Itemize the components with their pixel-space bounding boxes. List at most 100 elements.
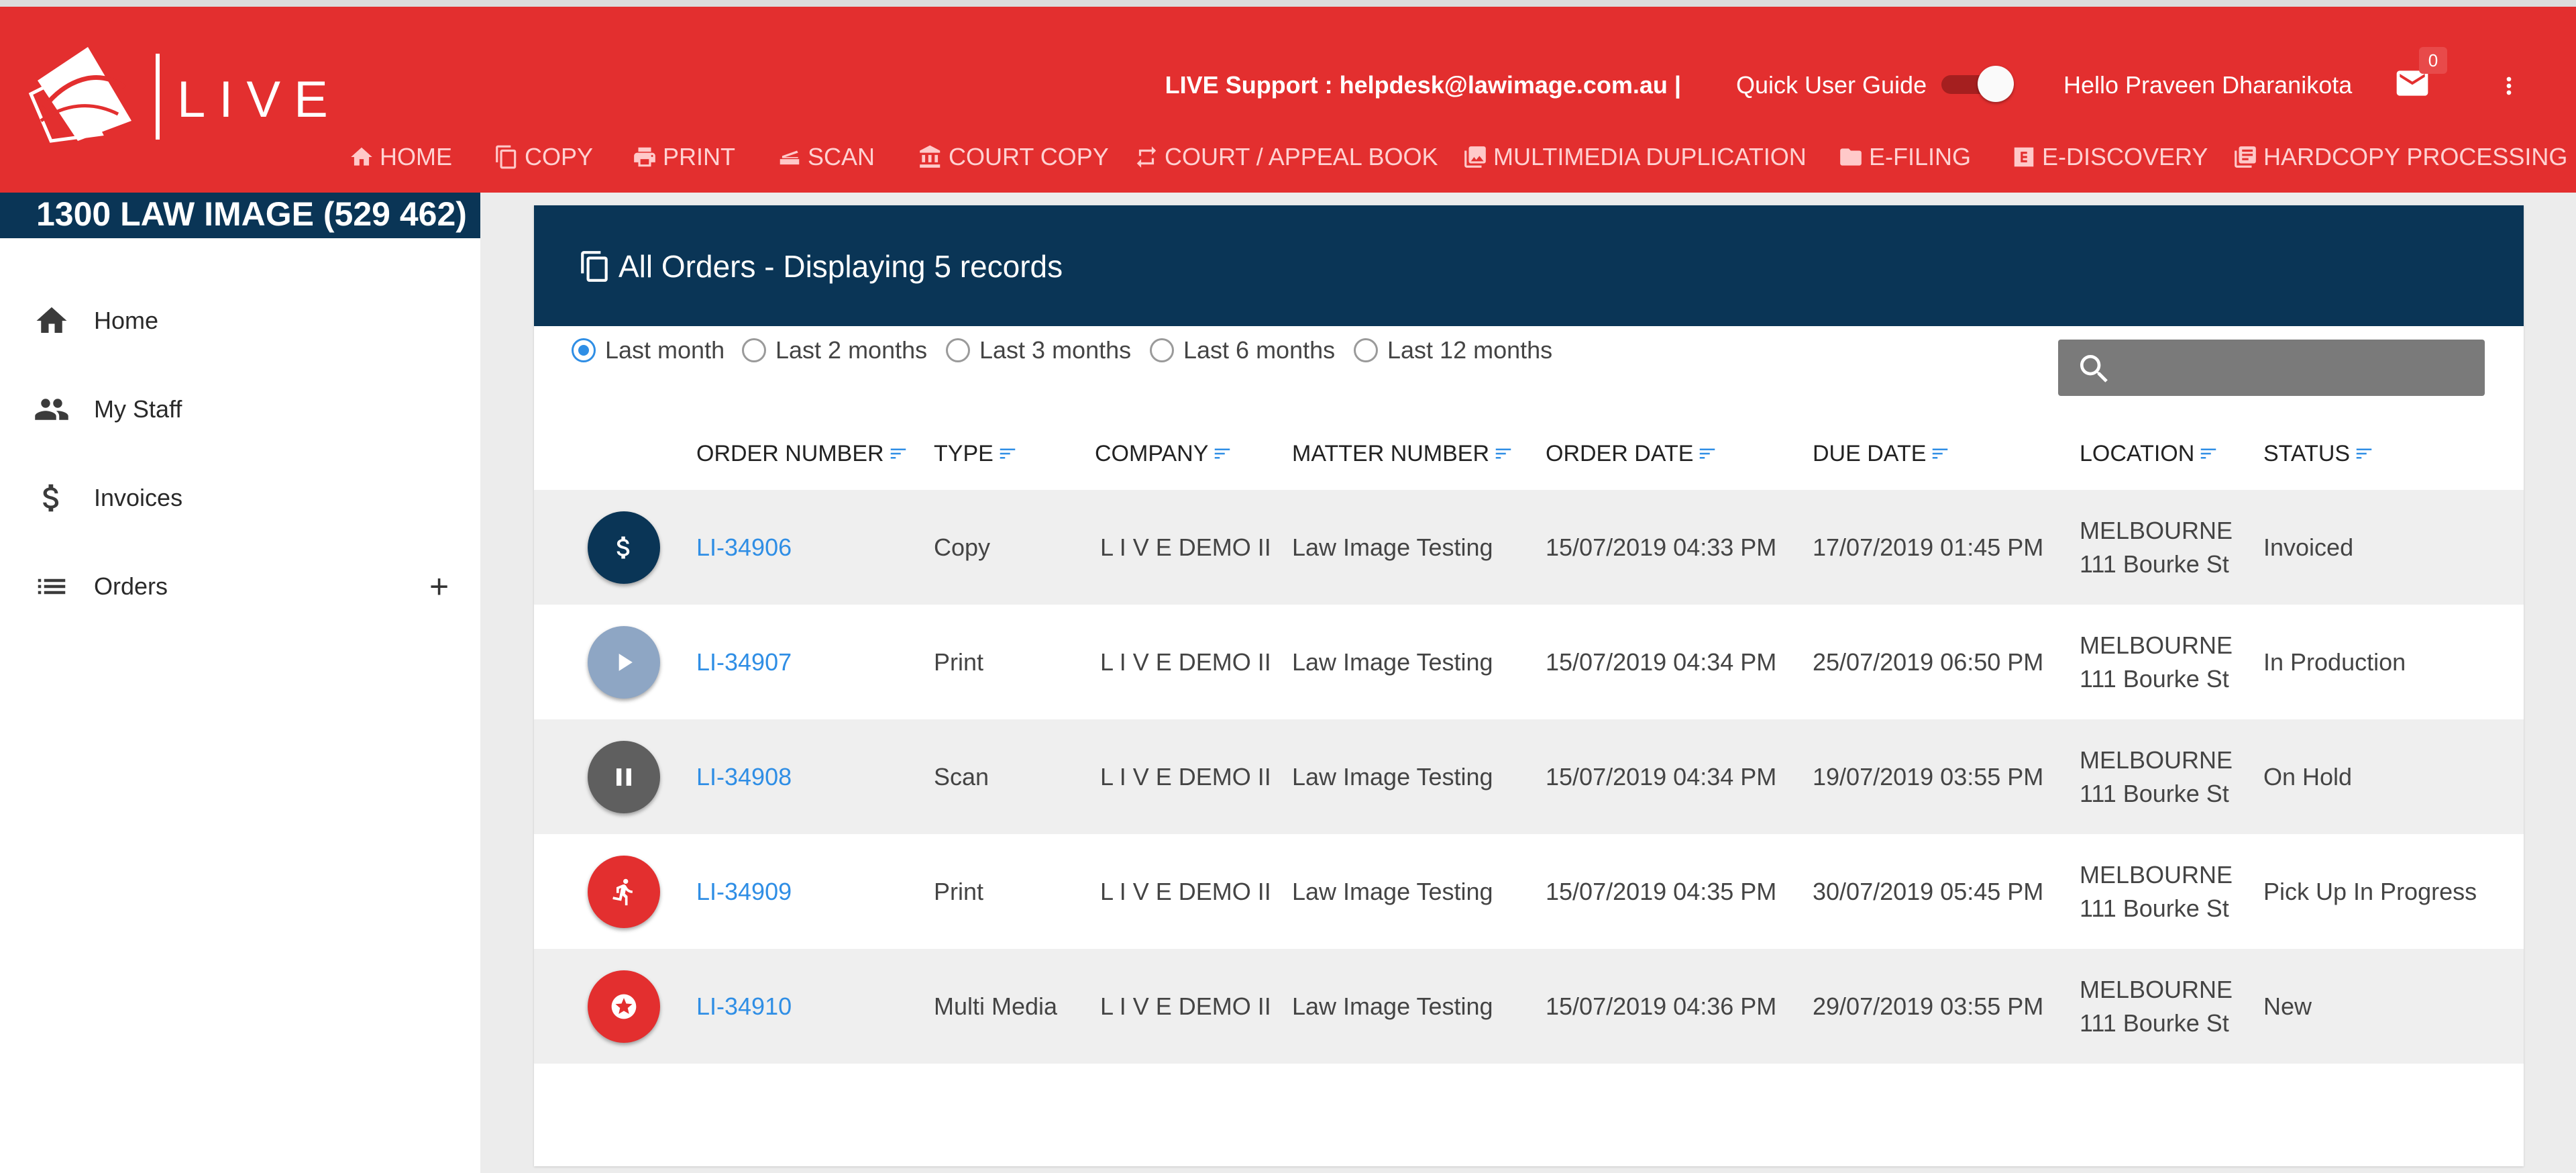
nav-court-copy[interactable]: COURT COPY <box>918 140 1109 174</box>
order-company: L I V E DEMO II <box>1100 877 1271 905</box>
col-label: ORDER DATE <box>1546 440 1694 466</box>
home-icon <box>351 147 372 166</box>
search-box[interactable] <box>2058 340 2485 396</box>
order-number-link[interactable]: LI-34907 <box>696 605 792 719</box>
folder-icon <box>1840 148 1862 166</box>
order-company: L I V E DEMO II <box>1100 648 1271 676</box>
expand-orders-button[interactable]: + <box>429 570 449 603</box>
sort-icon <box>1215 448 1230 459</box>
col-label: STATUS <box>2263 440 2351 466</box>
table-row[interactable]: LI-34907 Print L I V E DEMO II Law Image… <box>534 605 2524 719</box>
nav-e-filing[interactable]: E-FILING <box>1838 140 1971 174</box>
status-action-button[interactable] <box>588 970 660 1043</box>
sidebar-item-home[interactable]: Home <box>0 291 480 351</box>
sidebar-item-orders[interactable]: Orders + <box>0 556 480 617</box>
window-top-strip <box>0 0 2576 7</box>
photo-icon <box>1464 146 1486 168</box>
sidebar-item-label: Invoices <box>94 484 183 511</box>
order-number-link[interactable]: LI-34909 <box>696 834 792 949</box>
filter-last-12-months[interactable]: Last 12 months <box>1354 330 1552 370</box>
order-number-link[interactable]: LI-34908 <box>696 719 792 834</box>
support-text[interactable]: LIVE Support : helpdesk@lawimage.com.au … <box>1165 71 1681 99</box>
col-matter-number[interactable]: MATTER NUMBER <box>1292 434 1513 474</box>
table-row[interactable]: LI-34909 Print L I V E DEMO II Law Image… <box>534 834 2524 949</box>
nav-e-discovery[interactable]: E-DISCOVERY <box>2011 140 2208 174</box>
law-image-logo[interactable] <box>24 40 138 148</box>
quick-guide-toggle[interactable] <box>1941 66 2015 102</box>
running-person-icon <box>612 878 633 906</box>
table-row[interactable]: LI-34908 Scan L I V E DEMO II Law Image … <box>534 719 2524 834</box>
sort-icon <box>1000 448 1016 459</box>
col-order-number[interactable]: ORDER NUMBER <box>696 434 908 474</box>
nav-multimedia-duplication[interactable]: MULTIMEDIA DUPLICATION <box>1462 140 1807 174</box>
app-header: LIVE LIVE Support : helpdesk@lawimage.co… <box>0 7 2576 193</box>
search-input[interactable] <box>2125 349 2467 387</box>
mail-button[interactable]: 0 <box>2392 47 2447 102</box>
filter-label: Last month <box>605 336 725 364</box>
status-action-button[interactable] <box>588 626 660 699</box>
sort-icon <box>2201 448 2216 459</box>
col-order-date[interactable]: ORDER DATE <box>1546 434 1717 474</box>
status-action-button[interactable] <box>588 856 660 928</box>
order-matter: Law Image Testing <box>1292 648 1493 676</box>
status-action-button[interactable] <box>588 511 660 584</box>
filter-label: Last 3 months <box>979 336 1132 364</box>
col-type[interactable]: TYPE <box>934 434 1018 474</box>
order-location: MELBOURNE 111 Bourke St <box>2080 719 2233 834</box>
order-status: Invoiced <box>2263 533 2354 561</box>
order-type: Multi Media <box>934 992 1058 1020</box>
status-action-button[interactable] <box>588 741 660 813</box>
col-label: COMPANY <box>1095 440 1209 466</box>
order-company: L I V E DEMO II <box>1100 992 1271 1020</box>
nav-label: HOME <box>380 143 452 170</box>
location-street: 111 Bourke St <box>2080 1009 2229 1037</box>
location-city: MELBOURNE <box>2080 746 2233 774</box>
order-status: In Production <box>2263 648 2406 676</box>
filter-last-3-months[interactable]: Last 3 months <box>946 330 1131 370</box>
phone-banner: 1300 LAW IMAGE (529 462) <box>0 193 480 238</box>
order-date: 15/07/2019 04:33 PM <box>1546 533 1777 561</box>
col-due-date[interactable]: DUE DATE <box>1813 434 1950 474</box>
user-greeting[interactable]: Hello Praveen Dharanikota <box>2063 71 2352 99</box>
filter-last-month[interactable]: Last month <box>572 330 724 370</box>
more-menu-button[interactable] <box>2496 66 2522 106</box>
col-company[interactable]: COMPANY <box>1095 434 1232 474</box>
sidebar-item-invoices[interactable]: Invoices <box>0 468 480 528</box>
repeat-icon <box>1136 146 1157 168</box>
nav-court-appeal-book[interactable]: COURT / APPEAL BOOK <box>1134 140 1438 174</box>
logo-divider <box>156 54 160 140</box>
col-label: ORDER NUMBER <box>696 440 884 466</box>
order-location: MELBOURNE 111 Bourke St <box>2080 605 2233 719</box>
nav-copy[interactable]: COPY <box>494 140 593 174</box>
location-street: 111 Bourke St <box>2080 894 2229 922</box>
table-row[interactable]: LI-34910 Multi Media L I V E DEMO II Law… <box>534 949 2524 1064</box>
location-street: 111 Bourke St <box>2080 779 2229 807</box>
col-location[interactable]: LOCATION <box>2080 434 2218 474</box>
nav-label: PRINT <box>663 143 735 170</box>
col-status[interactable]: STATUS <box>2263 434 2374 474</box>
nav-label: SCAN <box>808 143 875 170</box>
quick-user-guide-link[interactable]: Quick User Guide <box>1736 71 1927 99</box>
order-matter: Law Image Testing <box>1292 992 1493 1020</box>
order-number-link[interactable]: LI-34910 <box>696 949 792 1064</box>
nav-hardcopy-processing[interactable]: HARDCOPY PROCESSING <box>2233 140 2567 174</box>
filter-last-6-months[interactable]: Last 6 months <box>1150 330 1335 370</box>
order-number-link[interactable]: LI-34906 <box>696 490 792 605</box>
nav-home[interactable]: HOME <box>349 140 452 174</box>
list-icon <box>34 568 70 605</box>
copy-icon <box>581 251 608 282</box>
table-row[interactable]: LI-34906 Copy L I V E DEMO II Law Image … <box>534 490 2524 605</box>
order-type: Scan <box>934 762 989 790</box>
filter-last-2-months[interactable]: Last 2 months <box>742 330 927 370</box>
nav-label: E-DISCOVERY <box>2042 143 2208 170</box>
orders-panel-header: All Orders - Displaying 5 records <box>534 205 2524 326</box>
order-matter: Law Image Testing <box>1292 533 1493 561</box>
pause-icon <box>616 768 631 786</box>
radio-checked <box>572 338 596 362</box>
nav-scan[interactable]: SCAN <box>777 140 875 174</box>
location-street: 111 Bourke St <box>2080 664 2229 693</box>
sidebar-item-my-staff[interactable]: My Staff <box>0 379 480 440</box>
order-date: 15/07/2019 04:34 PM <box>1546 762 1777 790</box>
nav-print[interactable]: PRINT <box>632 140 735 174</box>
orders-panel: All Orders - Displaying 5 records Last m… <box>534 205 2524 1166</box>
